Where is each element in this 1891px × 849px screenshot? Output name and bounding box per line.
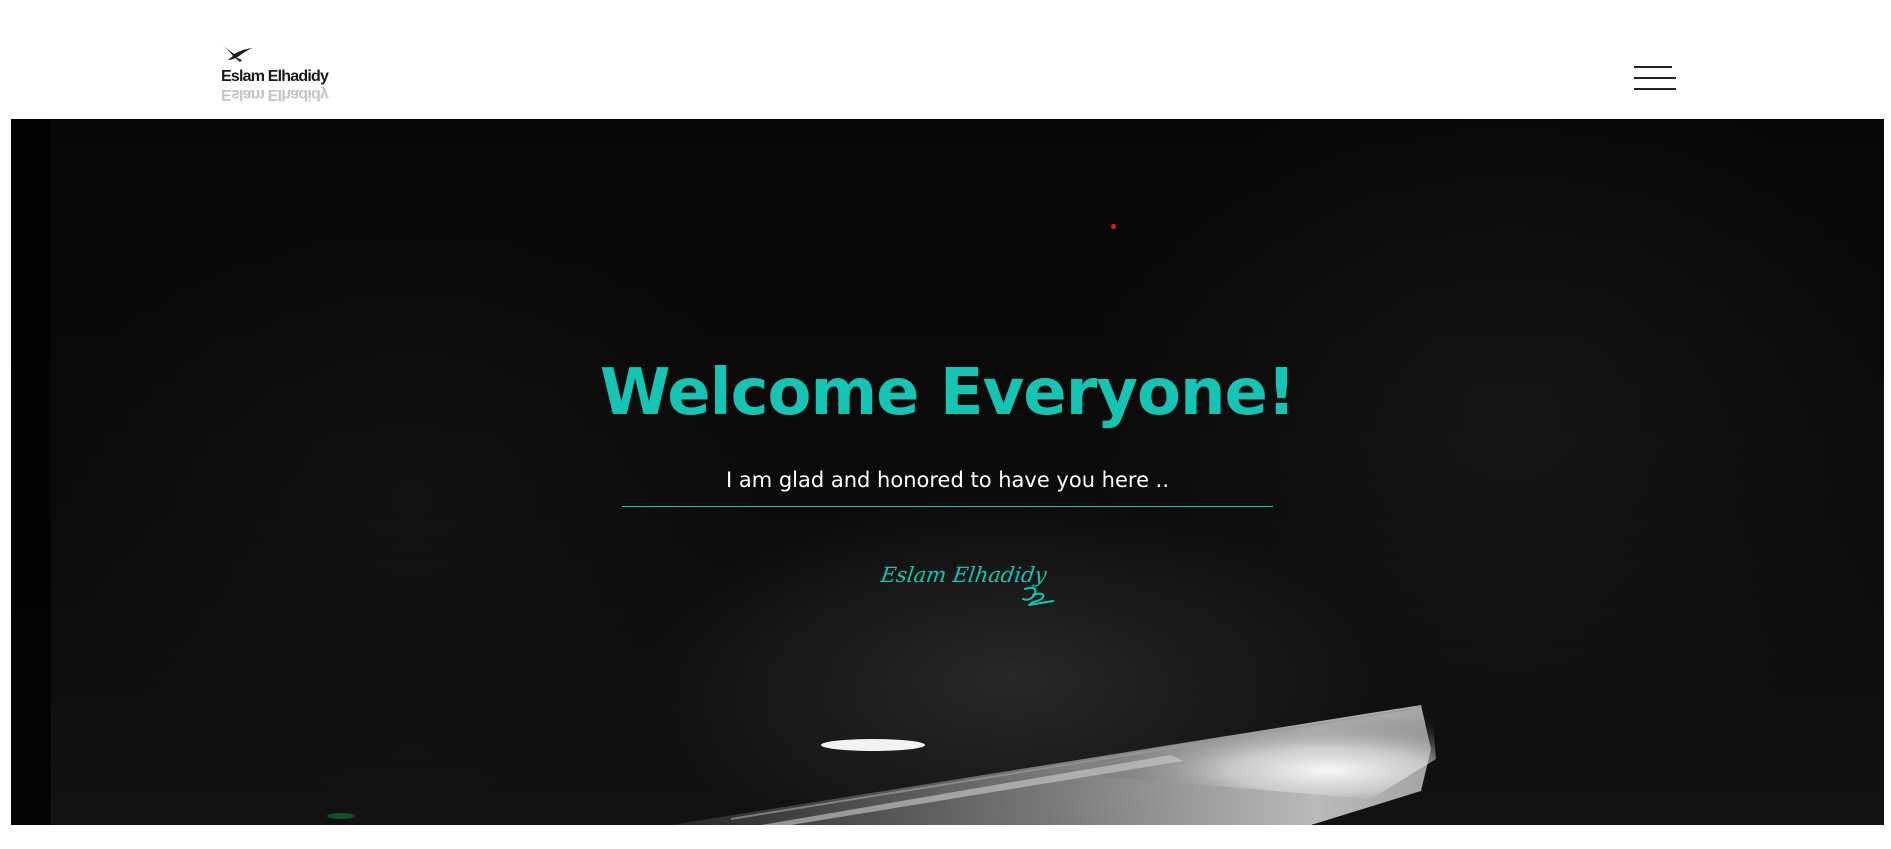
logo-reflection: Eslam Elhadidy <box>221 86 329 103</box>
status-dot <box>1111 224 1116 229</box>
signature-flourish-icon <box>1022 586 1054 606</box>
hamburger-menu-icon[interactable] <box>1634 66 1678 92</box>
bird-icon <box>222 44 252 62</box>
hero-divider <box>622 506 1273 507</box>
site-header: Eslam Elhadidy Eslam Elhadidy <box>0 0 1891 118</box>
hero-subtitle: I am glad and honored to have you here .… <box>725 468 1170 492</box>
hero-banner: Welcome Everyone! I am glad and honored … <box>11 119 1884 825</box>
logo-text: Eslam Elhadidy <box>221 68 329 85</box>
site-logo[interactable]: Eslam Elhadidy Eslam Elhadidy <box>218 40 329 110</box>
hero-title: Welcome Everyone! <box>599 356 1296 430</box>
signature-text: Eslam Elhadidy <box>879 563 1049 587</box>
